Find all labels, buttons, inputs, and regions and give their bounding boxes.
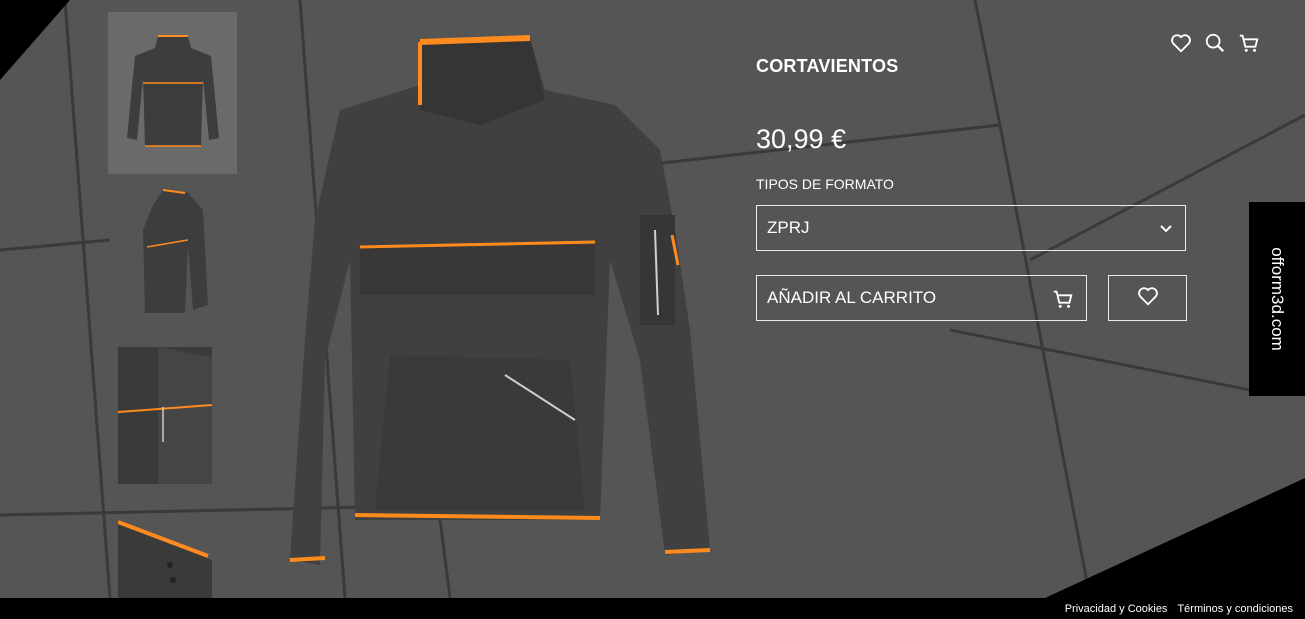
wishlist-heart-icon[interactable] [1170,32,1192,54]
thumbnail-front[interactable] [108,12,237,174]
heart-icon [1137,285,1159,312]
format-select-value: ZPRJ [767,218,810,237]
cart-icon [1052,288,1074,315]
add-to-wishlist-button[interactable] [1108,275,1187,321]
side-tab-label: ofform3d.com [1268,247,1287,351]
chevron-down-icon [1159,220,1173,240]
thumbnail-sleeve[interactable] [118,347,212,484]
thumbnail-collar[interactable] [118,520,212,598]
thumbnail-side[interactable] [108,182,237,322]
product-price: 30,99 € [756,124,847,154]
product-image [289,35,711,565]
footer: Privacidad y Cookies Términos y condicio… [1065,603,1293,615]
cart-icon[interactable] [1238,32,1260,54]
format-label: TIPOS DE FORMATO [756,176,894,192]
privacy-link[interactable]: Privacidad y Cookies [1065,603,1168,615]
search-icon[interactable] [1204,32,1226,54]
add-to-cart-label: AÑADIR AL CARRITO [767,288,937,307]
header-icons [1170,32,1260,54]
side-tab[interactable]: ofform3d.com [1249,202,1305,396]
add-to-cart-button[interactable]: AÑADIR AL CARRITO [756,275,1087,321]
terms-link[interactable]: Términos y condiciones [1177,603,1293,615]
format-select[interactable]: ZPRJ [756,205,1186,251]
product-page: CORTAVIENTOS 30,99 € TIPOS DE FORMATO ZP… [0,0,1305,598]
product-title: CORTAVIENTOS [756,56,899,76]
